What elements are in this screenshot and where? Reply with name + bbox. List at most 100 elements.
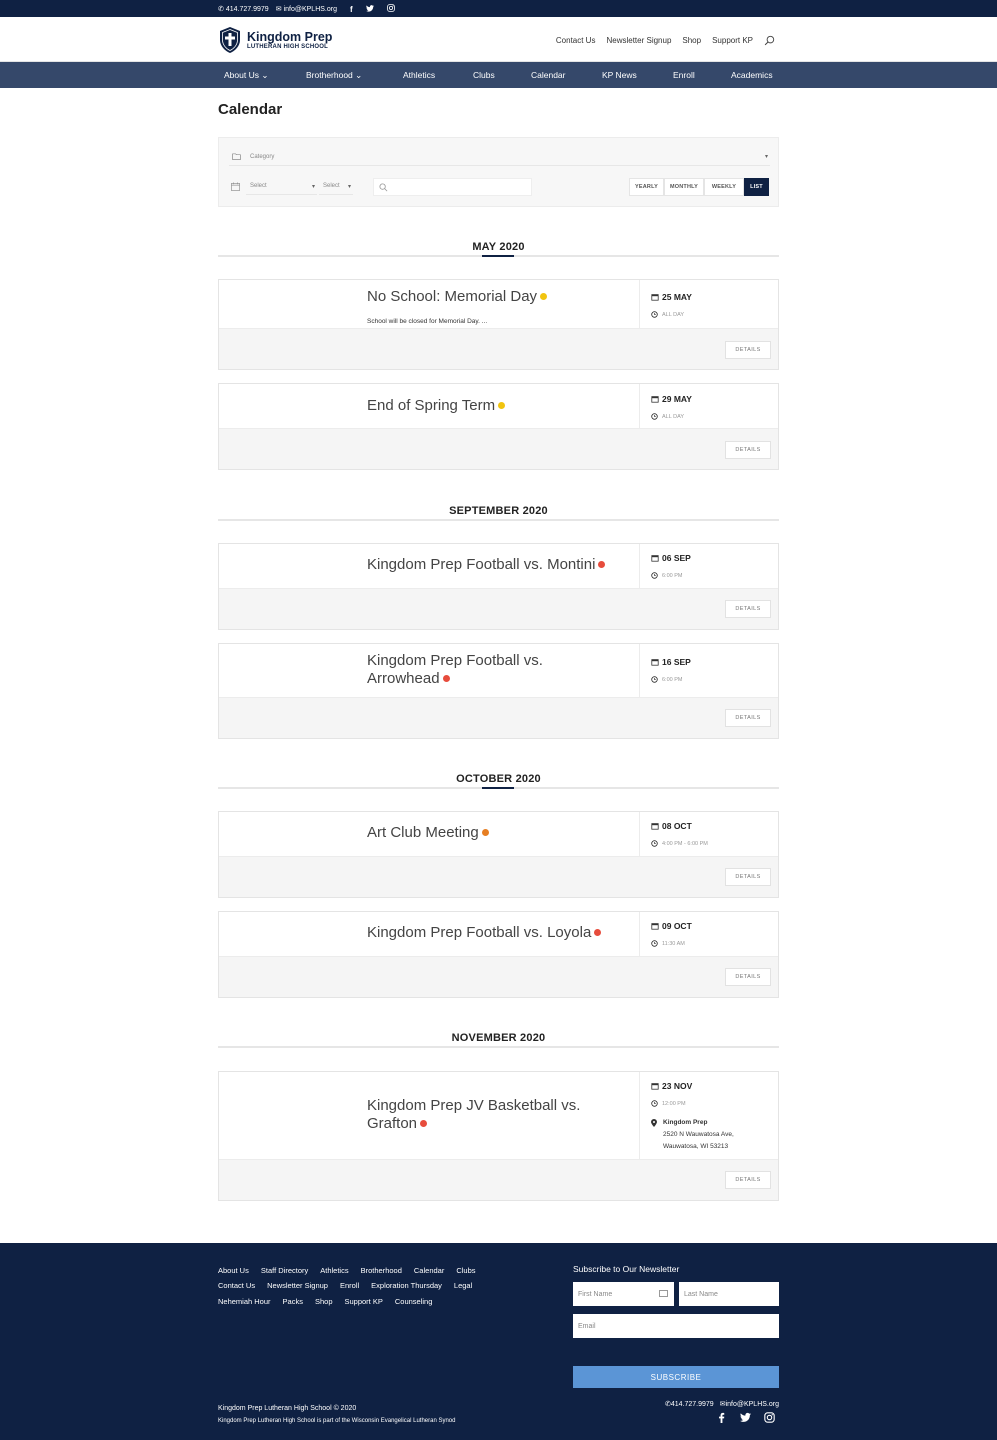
event-title[interactable]: Art Club Meeting (367, 824, 489, 842)
month-header: NOVEMBER 2020 (218, 1028, 779, 1048)
folder-icon (232, 153, 241, 160)
nav-item-enroll[interactable]: Enroll (673, 70, 695, 80)
nav-item-clubs[interactable]: Clubs (473, 70, 495, 80)
details-button[interactable]: DETAILS (725, 600, 771, 618)
event-title[interactable]: Kingdom Prep Football vs. Arrowhead (367, 652, 543, 688)
header-link-shop[interactable]: Shop (682, 36, 701, 45)
facebook-icon[interactable]: f (350, 5, 353, 14)
category-select[interactable]: Category ▾ (229, 148, 770, 166)
view-list[interactable]: LIST (744, 178, 769, 196)
footer-link[interactable]: Calendar (414, 1266, 444, 1275)
nav-item-calendar[interactable]: Calendar (531, 70, 566, 80)
footer-link[interactable]: Packs (283, 1297, 303, 1306)
twitter-icon[interactable] (365, 4, 374, 14)
details-button[interactable]: DETAILS (725, 968, 771, 986)
event-date: 09 OCT (651, 921, 692, 931)
site-logo[interactable]: Kingdom Prep LUTHERAN HIGH SCHOOL (218, 26, 332, 54)
header-link-support[interactable]: Support KP (712, 36, 753, 45)
view-switcher: YEARLY MONTHLY WEEKLY LIST (629, 178, 769, 196)
event-card[interactable]: Kingdom Prep Football vs. Arrowhead 16 SE… (218, 643, 779, 739)
nav-item-about[interactable]: About Us ⌄ (224, 70, 268, 81)
event-card[interactable]: Kingdom Prep Football vs. Montini 06 SEP… (218, 543, 779, 630)
nav-item-brotherhood[interactable]: Brotherhood ⌄ (306, 70, 362, 81)
category-dot (540, 292, 548, 300)
event-title[interactable]: Kingdom Prep Football vs. Loyola (367, 924, 602, 942)
facebook-icon[interactable] (716, 1412, 727, 1423)
event-date: 06 SEP (651, 553, 691, 563)
calendar-icon (651, 823, 659, 830)
event-card[interactable]: Art Club Meeting 08 OCT 4:00 PM - 6:00 P… (218, 811, 779, 898)
phone-link[interactable]: ✆414.727.9979 (665, 1400, 714, 1408)
category-dot (598, 560, 606, 568)
clock-icon (651, 311, 658, 318)
twitter-icon[interactable] (740, 1412, 751, 1423)
footer-link[interactable]: Staff Directory (261, 1266, 308, 1275)
event-card[interactable]: End of Spring Term 29 MAY ALL DAY DETAIL… (218, 383, 779, 470)
calendar-icon (651, 923, 659, 930)
footer-link[interactable]: Brotherhood (361, 1266, 402, 1275)
category-dot (498, 401, 506, 409)
header-link-contact[interactable]: Contact Us (556, 36, 596, 45)
footer-link[interactable]: Exploration Thursday (371, 1281, 442, 1290)
footer-link[interactable]: About Us (218, 1266, 249, 1275)
event-meta: 23 NOV 12:00 PM Kingdom Prep 2520 N Wauw… (639, 1072, 778, 1160)
email-link[interactable]: ✉ info@KPLHS.org (276, 5, 337, 14)
event-meta: 29 MAY ALL DAY (639, 384, 778, 429)
last-name-field[interactable]: Last Name (679, 1282, 779, 1306)
month-select[interactable]: Select ▾ (246, 179, 317, 195)
month-label: SEPTEMBER 2020 (449, 505, 548, 517)
view-weekly[interactable]: WEEKLY (704, 178, 744, 196)
details-button[interactable]: DETAILS (725, 341, 771, 359)
details-button[interactable]: DETAILS (725, 709, 771, 727)
details-button[interactable]: DETAILS (725, 1171, 771, 1189)
clock-icon (651, 413, 658, 420)
page-title: Calendar (218, 101, 283, 118)
footer-link[interactable]: Contact Us (218, 1281, 255, 1290)
email-link[interactable]: ✉info@KPLHS.org (720, 1400, 779, 1408)
footer-link[interactable]: Newsletter Signup (267, 1281, 328, 1290)
footer-link[interactable]: Clubs (456, 1266, 475, 1275)
event-title[interactable]: Kingdom Prep JV Basketball vs. Grafton (367, 1097, 580, 1133)
view-monthly[interactable]: MONTHLY (664, 178, 704, 196)
instagram-icon[interactable] (764, 1412, 775, 1423)
footer-link[interactable]: Shop (315, 1297, 333, 1306)
event-date-text: 29 MAY (662, 394, 692, 404)
brand-subtitle: LUTHERAN HIGH SCHOOL (247, 43, 328, 50)
event-time-text: 12:00 PM (662, 1100, 686, 1107)
email-field[interactable]: Email (573, 1314, 779, 1338)
first-name-field[interactable]: First Name (573, 1282, 674, 1306)
year-select[interactable]: Select ▾ (319, 179, 353, 195)
event-meta: 06 SEP 6:00 PM (639, 544, 778, 589)
event-title-text: End of Spring Term (367, 397, 496, 414)
footer-link[interactable]: Enroll (340, 1281, 359, 1290)
footer-link[interactable]: Nehemiah Hour (218, 1297, 271, 1306)
footer-link[interactable]: Legal (454, 1281, 472, 1290)
event-date: 29 MAY (651, 394, 692, 404)
nav-item-news[interactable]: KP News (602, 70, 637, 80)
event-time: 4:00 PM - 6:00 PM (651, 840, 708, 847)
footer-link[interactable]: Athletics (320, 1266, 348, 1275)
nav-item-athletics[interactable]: Athletics (403, 70, 435, 80)
phone-link[interactable]: ✆ 414.727.9979 (218, 5, 269, 14)
instagram-icon[interactable] (386, 4, 395, 14)
event-title[interactable]: Kingdom Prep Football vs. Montini (367, 556, 606, 574)
event-date-text: 25 MAY (662, 292, 692, 302)
event-card[interactable]: Kingdom Prep JV Basketball vs. Grafton 23… (218, 1071, 779, 1201)
calendar-icon (651, 294, 659, 301)
details-button[interactable]: DETAILS (725, 868, 771, 886)
view-yearly[interactable]: YEARLY (629, 178, 664, 196)
event-title[interactable]: End of Spring Term (367, 397, 506, 415)
event-title[interactable]: No School: Memorial Day (367, 288, 548, 306)
event-search-input[interactable] (373, 178, 532, 196)
clock-icon (651, 840, 658, 847)
details-button[interactable]: DETAILS (725, 441, 771, 459)
header-link-newsletter[interactable]: Newsletter Signup (606, 36, 671, 45)
search-icon[interactable] (764, 35, 775, 46)
event-card[interactable]: No School: Memorial Day School will be c… (218, 279, 779, 370)
footer-link[interactable]: Support KP (345, 1297, 383, 1306)
footer-contact: ✆414.727.9979 ✉info@KPLHS.org (665, 1400, 779, 1408)
nav-item-academics[interactable]: Academics (731, 70, 773, 80)
subscribe-button[interactable]: SUBSCRIBE (573, 1366, 779, 1388)
footer-link[interactable]: Counseling (395, 1297, 433, 1306)
event-card[interactable]: Kingdom Prep Football vs. Loyola 09 OCT … (218, 911, 779, 998)
